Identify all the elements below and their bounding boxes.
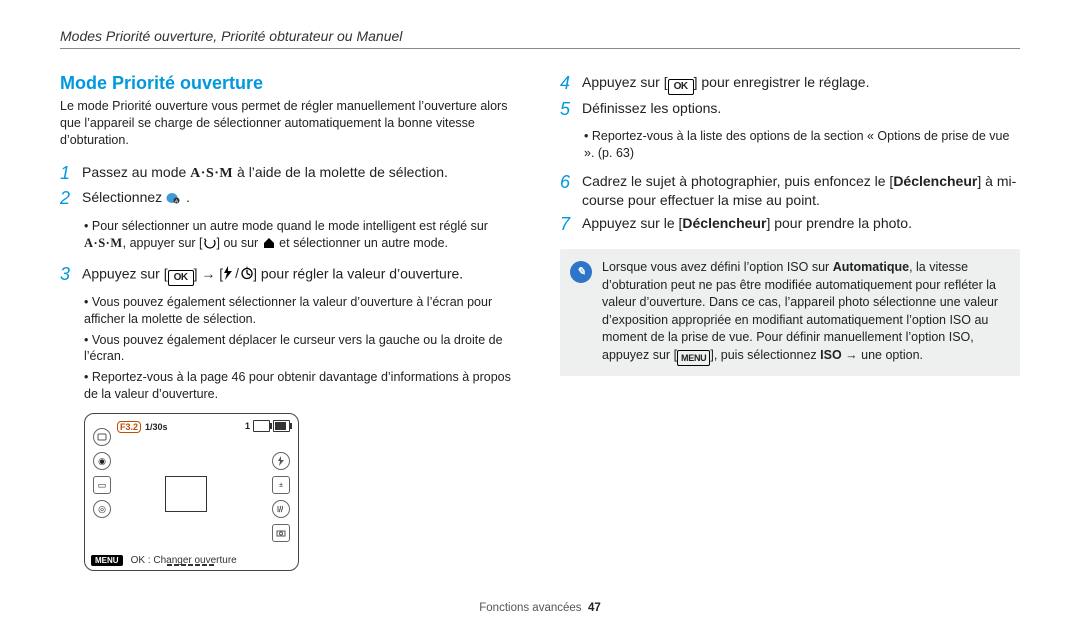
house-icon [262,237,276,254]
lens-mode-icon: ◉ [93,452,111,470]
step-3-subnotes: Vous pouvez également sélectionner la va… [60,294,520,403]
shot-count: 1 [245,421,250,431]
list-item: Vous pouvez également sélectionner la va… [84,294,520,328]
step-1: Passez au mode A·S·M à l’aide de la mole… [82,163,520,184]
text: ] pour régler la valeur d’ouverture. [253,265,463,281]
steps-left: 1 Passez au mode A·S·M à l’aide de la mo… [60,163,520,210]
text: Appuyez sur [ [582,74,668,90]
content-columns: Mode Priorité ouverture Le mode Priorité… [60,73,1020,571]
text: Cadrez le sujet à photographier, puis en… [582,173,893,189]
section-heading: Mode Priorité ouverture [60,73,520,94]
preview-top-right: 1 [245,420,290,432]
target-icon: ◎ [93,500,111,518]
text: Pour sélectionner un autre mode quand le… [92,219,488,233]
step-number: 1 [60,163,82,185]
manual-page: Modes Priorité ouverture, Priorité obtur… [0,0,1080,630]
intro-paragraph: Le mode Priorité ouverture vous permet d… [60,98,520,149]
text: ] pour enregistrer le réglage. [694,74,870,90]
steps-left-3: 3 Appuyez sur [OK] → [ / ] pour régler l… [60,264,520,286]
shutter-bold: Déclencheur [682,215,766,231]
step-5: Définissez les options. [582,99,1020,118]
stabilizer-icon [272,500,290,518]
text: à l’aide de la molette de sélection. [237,164,448,180]
fstop-badge: F3.2 [117,421,141,433]
mode-a-icon: A [166,190,182,202]
step-4: Appuyez sur [OK] pour enregistrer le rég… [582,73,1020,95]
mode-icon [93,428,111,446]
running-header: Modes Priorité ouverture, Priorité obtur… [60,28,1020,44]
text: Lorsque vous avez défini l’option ISO su… [602,260,833,274]
step-5-subnotes: Reportez-vous à la liste des options de … [560,128,1020,162]
page-number: 47 [588,602,601,614]
list-item: Vous pouvez également déplacer le curseu… [84,332,520,366]
shutter-speed: 1/30s [145,422,168,432]
asm-glyph: A·S·M [190,166,233,181]
iso-bold: ISO [820,348,842,362]
ev-icon: ± [272,476,290,494]
info-icon: ✎ [570,261,592,283]
ok-button-glyph: OK [668,79,694,95]
text: Appuyez sur [ [82,265,168,281]
text: Passez au mode [82,164,190,180]
right-column: 4 Appuyez sur [OK] pour enregistrer le r… [560,73,1020,571]
back-icon [203,237,217,254]
menu-pill: MENU [91,555,123,566]
flash-mode-icon [272,452,290,470]
text: . [186,189,190,205]
steps-right-6: 6 Cadrez le sujet à photographier, puis … [560,172,1020,235]
camera-qs-icon [272,524,290,542]
right-icon-column: ± [272,452,290,542]
step-number: 3 [60,264,82,286]
ok-button-glyph: OK [168,270,194,286]
step-2-subnotes: Pour sélectionner un autre mode quand le… [60,218,520,254]
step-number: 6 [560,172,582,194]
flash-timer-icon: / [223,264,253,283]
step-6: Cadrez le sujet à photographier, puis en… [582,172,1020,210]
text: Sélectionnez [82,189,166,205]
text: ] pour prendre la photo. [766,215,912,231]
text: et sélectionner un autre mode. [276,236,448,250]
text: Appuyez sur le [ [582,215,682,231]
header-rule [60,48,1020,49]
asm-glyph: A·S·M [84,236,123,250]
text: ] ou sur [217,236,262,250]
footer-section: Fonctions avancées [479,602,581,614]
preview-bottom-bar: MENU OK : Changer ouverture [91,555,237,566]
left-column: Mode Priorité ouverture Le mode Priorité… [60,73,520,571]
info-note: ✎ Lorsque vous avez défini l’option ISO … [560,249,1020,376]
text: , appuyer sur [ [123,236,203,250]
note-body: Lorsque vous avez défini l’option ISO su… [602,259,1008,366]
battery-icon [273,420,290,432]
left-icon-column: ◉ ▭ ◎ [93,428,111,518]
frame-icon: ▭ [93,476,111,494]
step-3: Appuyez sur [OK] → [ / ] pour régler la … [82,264,520,286]
step-2: Sélectionnez A . [82,188,520,207]
text: , la vitesse d’obturation peut ne pas êt… [602,260,998,362]
sd-card-icon [253,420,270,432]
step-number: 2 [60,188,82,210]
list-item: Reportez-vous à la page 46 pour obtenir … [84,369,520,403]
list-item: Reportez-vous à la liste des options de … [584,128,1020,162]
steps-right: 4 Appuyez sur [OK] pour enregistrer le r… [560,73,1020,120]
arrow-glyph: → [201,265,215,281]
text: → une option. [842,348,923,362]
text: ], puis sélectionnez [710,348,820,362]
camera-preview-figure: F3.2 1/30s 1 ◉ ▭ ◎ [84,413,299,571]
list-item: Pour sélectionner un autre mode quand le… [84,218,520,254]
auto-bold: Automatique [833,260,909,274]
step-number: 4 [560,73,582,95]
step-number: 5 [560,99,582,121]
shutter-bold: Déclencheur [893,173,977,189]
page-footer: Fonctions avancées 47 [0,602,1080,614]
af-frame [165,476,207,512]
ok-caption: OK : Changer ouverture [131,555,237,566]
menu-button-glyph: MENU [677,350,710,366]
step-7: Appuyez sur le [Déclencheur] pour prendr… [582,214,1020,233]
step-number: 7 [560,214,582,236]
